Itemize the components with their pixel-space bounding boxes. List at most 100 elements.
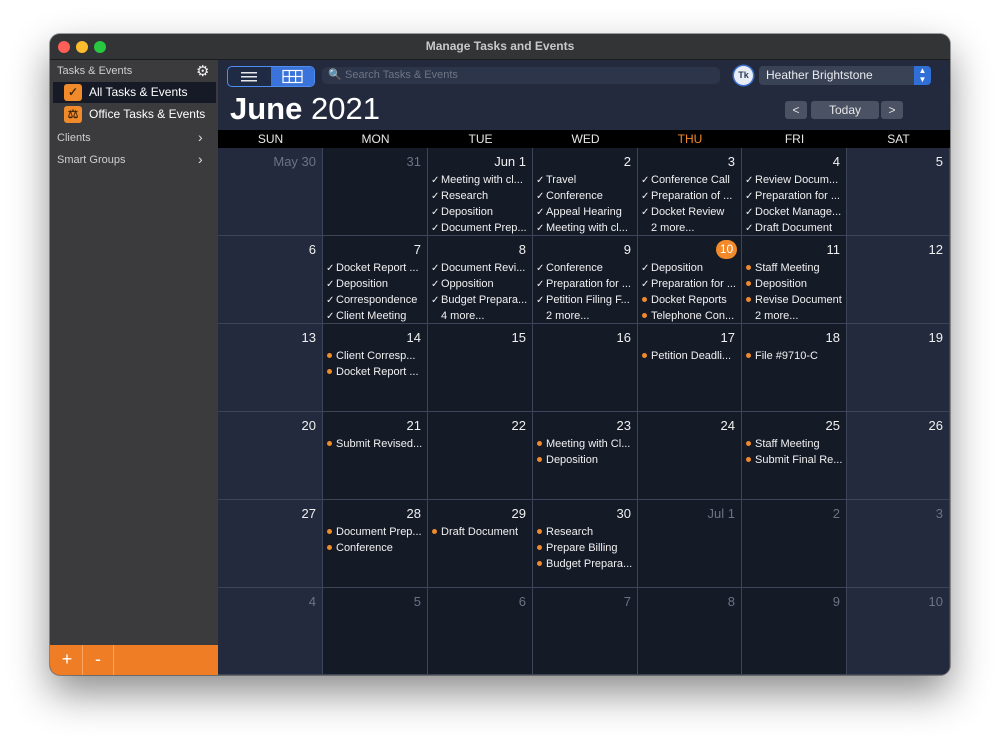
day-cell[interactable]: Jun 1 ✓ Meeting with cl... ✓ Research ✓ Deposi… xyxy=(428,148,533,236)
event-item[interactable]: ✓ Meeting with cl... xyxy=(431,172,530,188)
day-cell[interactable]: 16 xyxy=(533,324,638,412)
day-cell[interactable]: 6 xyxy=(218,236,323,324)
more-events-link[interactable]: 4 more... xyxy=(431,308,530,324)
day-cell[interactable]: 5 xyxy=(323,588,428,675)
day-cell[interactable]: 11 Staff Meeting Deposition Revise Document… xyxy=(742,236,847,324)
day-cell[interactable]: 12 xyxy=(847,236,950,324)
day-cell[interactable]: 6 xyxy=(428,588,533,675)
event-item[interactable]: ✓ Research xyxy=(431,188,530,204)
user-select[interactable]: Heather Brightstone ▲ ▼ xyxy=(759,66,931,85)
event-item[interactable]: ✓ Petition Filing F... xyxy=(536,292,635,308)
event-item[interactable]: Deposition xyxy=(536,452,635,468)
event-item[interactable]: ✓ Meeting with cl... xyxy=(536,220,635,236)
list-view-button[interactable] xyxy=(228,67,270,86)
day-cell[interactable]: 26 xyxy=(847,412,950,500)
event-item[interactable]: ✓ Conference Call xyxy=(641,172,739,188)
event-item[interactable]: Research xyxy=(536,524,635,540)
event-item[interactable]: Client Corresp... xyxy=(326,348,425,364)
event-item[interactable]: Meeting with Cl... xyxy=(536,436,635,452)
day-cell[interactable]: 29 Draft Document xyxy=(428,500,533,588)
day-cell[interactable]: 10 ✓ Deposition ✓ Preparation for ... Docket … xyxy=(638,236,742,324)
day-cell[interactable]: Jul 1 xyxy=(638,500,742,588)
sidebar-group-clients[interactable]: Clients xyxy=(57,132,91,144)
event-item[interactable]: Staff Meeting xyxy=(745,260,844,276)
day-cell[interactable]: 19 xyxy=(847,324,950,412)
today-button[interactable]: Today xyxy=(811,101,879,119)
event-item[interactable]: File #9710-C xyxy=(745,348,844,364)
day-cell[interactable]: 25 Staff Meeting Submit Final Re... xyxy=(742,412,847,500)
day-cell[interactable]: 4 xyxy=(218,588,323,675)
day-cell[interactable]: 28 Document Prep... Conference xyxy=(323,500,428,588)
event-item[interactable]: ✓ Travel xyxy=(536,172,635,188)
event-item[interactable]: ✓ Conference xyxy=(536,260,635,276)
day-cell[interactable]: 4 ✓ Review Docum... ✓ Preparation for ... ✓ Do… xyxy=(742,148,847,236)
event-item[interactable]: Document Prep... xyxy=(326,524,425,540)
day-cell[interactable]: 7 xyxy=(533,588,638,675)
event-item[interactable]: Telephone Con... xyxy=(641,308,739,324)
event-item[interactable]: Budget Prepara... xyxy=(536,556,635,572)
day-cell[interactable]: 22 xyxy=(428,412,533,500)
event-item[interactable]: ✓ Docket Review xyxy=(641,204,739,220)
event-item[interactable]: ✓ Draft Document xyxy=(745,220,844,236)
event-item[interactable]: ✓ Appeal Hearing xyxy=(536,204,635,220)
day-cell[interactable]: 30 Research Prepare Billing Budget Prepara.… xyxy=(533,500,638,588)
event-item[interactable]: ✓ Docket Report ... xyxy=(326,260,425,276)
event-item[interactable]: Submit Revised... xyxy=(326,436,425,452)
prev-month-button[interactable]: < xyxy=(785,101,807,119)
event-item[interactable]: ✓ Deposition xyxy=(431,204,530,220)
day-cell[interactable]: 9 xyxy=(742,588,847,675)
gear-icon[interactable]: ⚙ xyxy=(196,62,209,80)
day-cell[interactable]: 3 xyxy=(847,500,950,588)
day-cell[interactable]: 20 xyxy=(218,412,323,500)
sidebar-item-office-tasks[interactable]: ⚖ Office Tasks & Events xyxy=(53,104,216,125)
calendar-view-button[interactable] xyxy=(271,67,314,86)
event-item[interactable]: Docket Report ... xyxy=(326,364,425,380)
remove-button[interactable]: - xyxy=(83,645,114,675)
day-cell[interactable]: 18 File #9710-C xyxy=(742,324,847,412)
day-cell[interactable]: 8 ✓ Document Revi... ✓ Opposition ✓ Budget Pre… xyxy=(428,236,533,324)
event-item[interactable]: Petition Deadli... xyxy=(641,348,739,364)
day-cell[interactable]: 2 ✓ Travel ✓ Conference ✓ Appeal Hearing ✓ Meeti… xyxy=(533,148,638,236)
next-month-button[interactable]: > xyxy=(881,101,903,119)
more-events-link[interactable]: 2 more... xyxy=(745,308,844,324)
day-cell[interactable]: 7 ✓ Docket Report ... ✓ Deposition ✓ Correspon… xyxy=(323,236,428,324)
event-item[interactable]: ✓ Correspondence xyxy=(326,292,425,308)
day-cell[interactable]: 3 ✓ Conference Call ✓ Preparation of ... ✓ Doc… xyxy=(638,148,742,236)
event-item[interactable]: ✓ Preparation for ... xyxy=(745,188,844,204)
day-cell[interactable]: 31 xyxy=(323,148,428,236)
day-cell[interactable]: 5 xyxy=(847,148,950,236)
event-item[interactable]: ✓ Preparation of ... xyxy=(641,188,739,204)
event-item[interactable]: ✓ Review Docum... xyxy=(745,172,844,188)
event-item[interactable]: Revise Document xyxy=(745,292,844,308)
event-item[interactable]: ✓ Opposition xyxy=(431,276,530,292)
sidebar-group-smart-groups[interactable]: Smart Groups xyxy=(57,154,125,166)
day-cell[interactable]: 13 xyxy=(218,324,323,412)
day-cell[interactable]: 21 Submit Revised... xyxy=(323,412,428,500)
event-item[interactable]: ✓ Document Revi... xyxy=(431,260,530,276)
more-events-link[interactable]: 2 more... xyxy=(641,220,739,236)
event-item[interactable]: Docket Reports xyxy=(641,292,739,308)
event-item[interactable]: Staff Meeting xyxy=(745,436,844,452)
chevron-right-icon[interactable]: › xyxy=(198,129,203,145)
event-item[interactable]: ✓ Preparation for ... xyxy=(536,276,635,292)
add-button[interactable]: + xyxy=(52,645,83,675)
day-cell[interactable]: 14 Client Corresp... Docket Report ... xyxy=(323,324,428,412)
day-cell[interactable]: 24 xyxy=(638,412,742,500)
day-cell[interactable]: 27 xyxy=(218,500,323,588)
event-item[interactable]: ✓ Deposition xyxy=(326,276,425,292)
event-item[interactable]: Prepare Billing xyxy=(536,540,635,556)
event-item[interactable]: ✓ Client Meeting xyxy=(326,308,425,324)
more-events-link[interactable]: 2 more... xyxy=(536,308,635,324)
event-item[interactable]: Conference xyxy=(326,540,425,556)
day-cell[interactable]: 9 ✓ Conference ✓ Preparation for ... ✓ Petitio… xyxy=(533,236,638,324)
event-item[interactable]: Deposition xyxy=(745,276,844,292)
event-item[interactable]: Draft Document xyxy=(431,524,530,540)
day-cell[interactable]: 17 Petition Deadli... xyxy=(638,324,742,412)
day-cell[interactable]: 10 xyxy=(847,588,950,675)
day-cell[interactable]: May 30 xyxy=(218,148,323,236)
day-cell[interactable]: 15 xyxy=(428,324,533,412)
search-field[interactable]: 🔍 Search Tasks & Events xyxy=(322,67,720,84)
event-item[interactable]: ✓ Deposition xyxy=(641,260,739,276)
event-item[interactable]: ✓ Preparation for ... xyxy=(641,276,739,292)
event-item[interactable]: ✓ Conference xyxy=(536,188,635,204)
